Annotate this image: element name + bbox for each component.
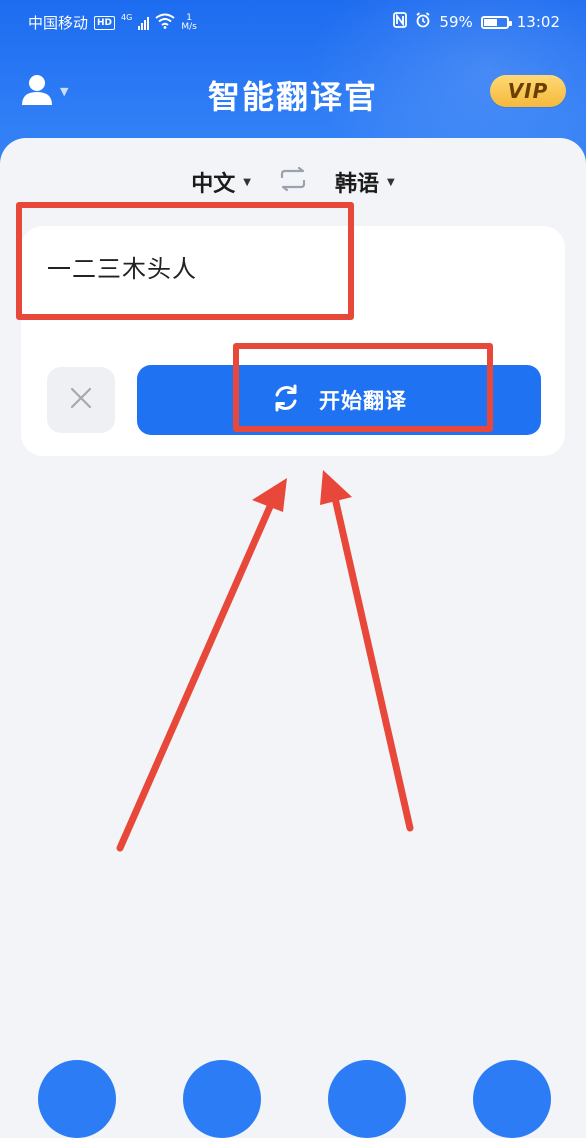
bottom-nav-item-4[interactable] (473, 1060, 551, 1138)
annotation-arrow-left (116, 478, 287, 852)
bottom-nav-item-2[interactable] (183, 1060, 261, 1138)
bottom-nav-item-1[interactable] (38, 1060, 116, 1138)
annotation-arrows (116, 470, 414, 852)
annotation-arrow-right (320, 470, 414, 832)
bottom-nav-item-3[interactable] (328, 1060, 406, 1138)
